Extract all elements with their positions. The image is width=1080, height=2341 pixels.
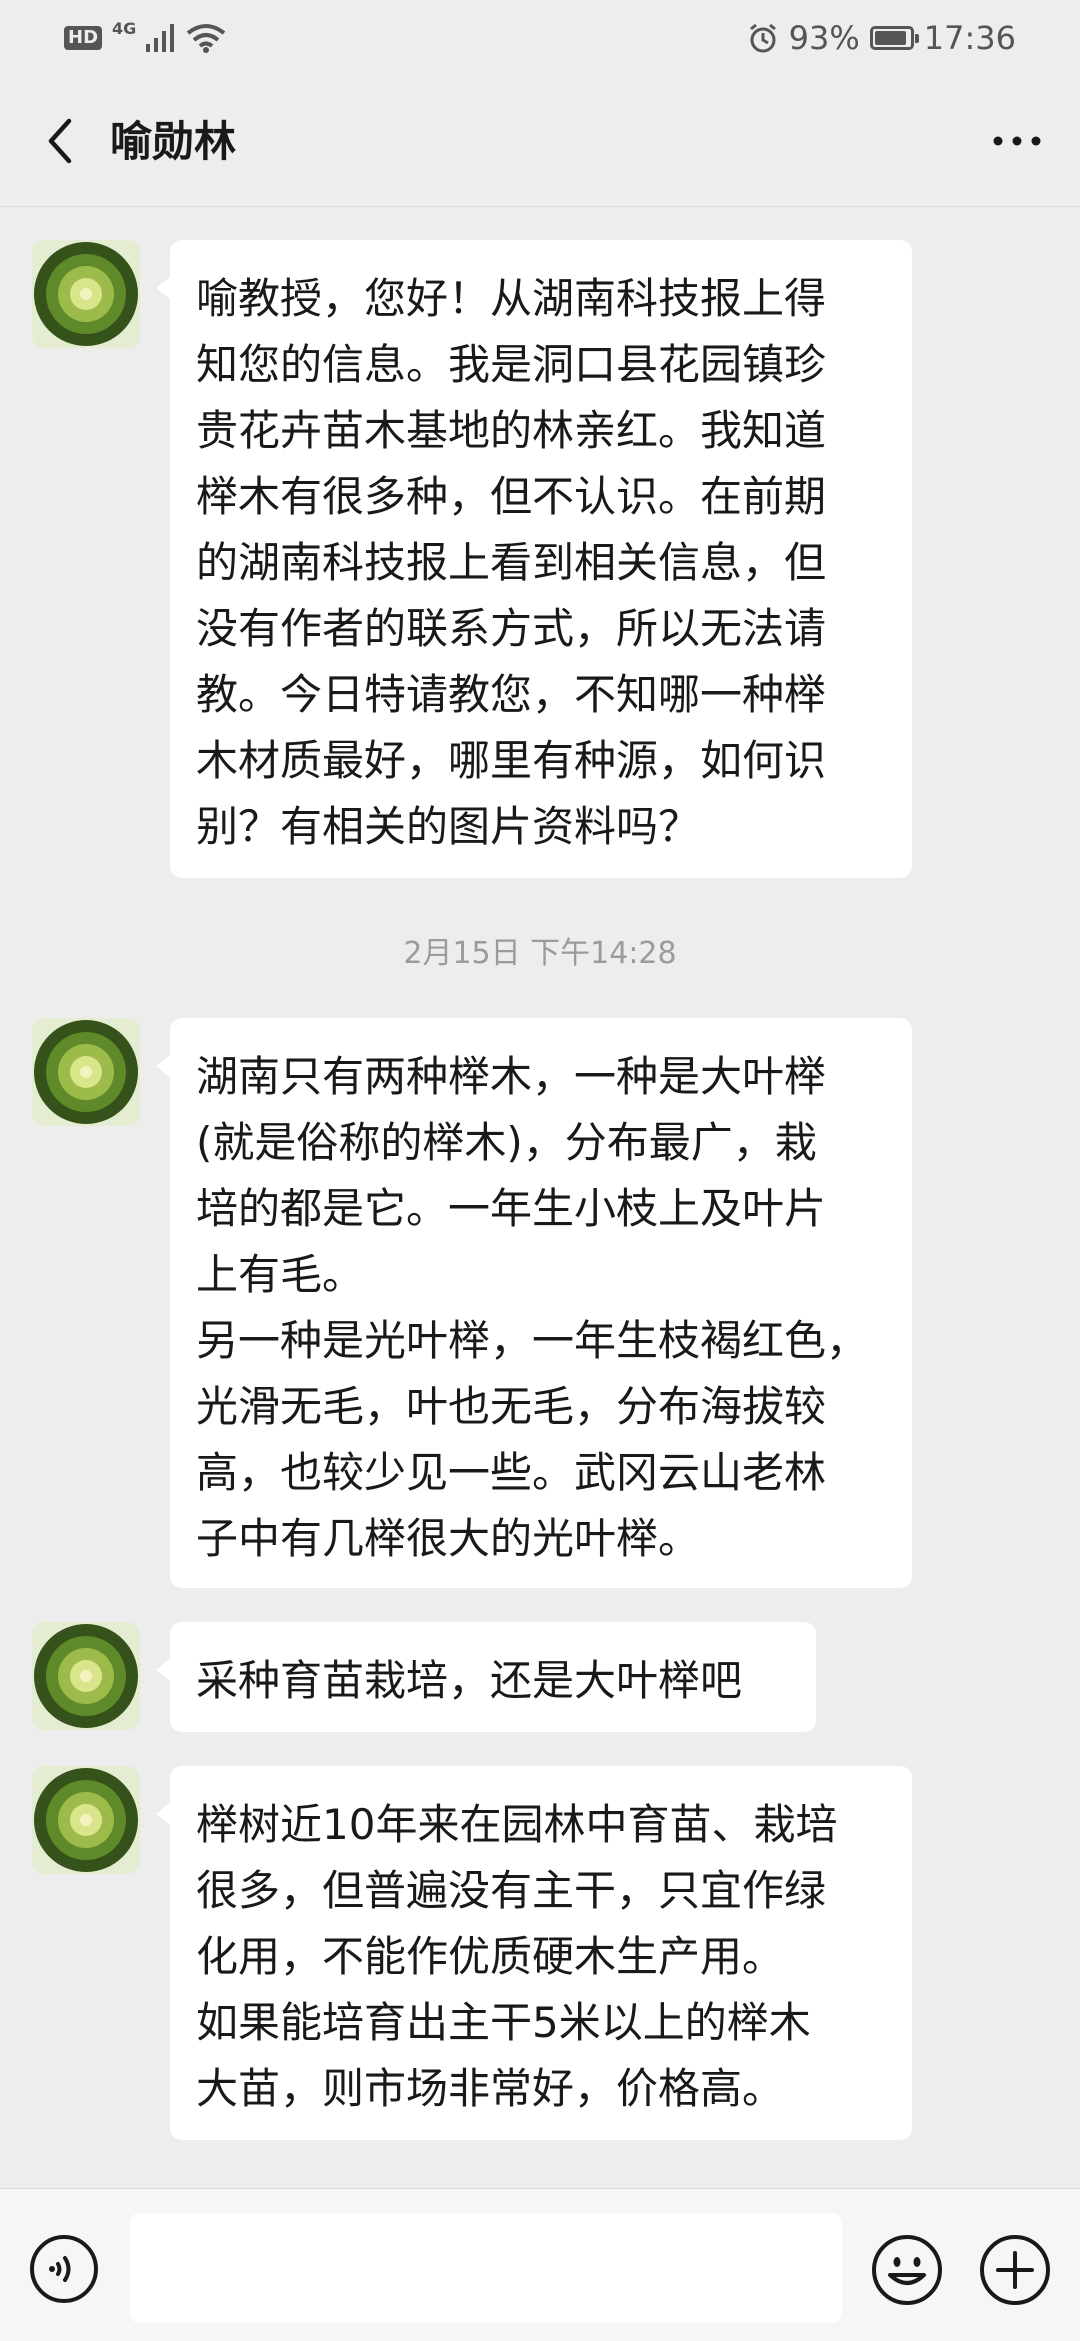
more-button[interactable] bbox=[982, 111, 1052, 171]
network-type: 4G bbox=[112, 18, 137, 38]
succulent-avatar-icon bbox=[32, 240, 140, 348]
plus-icon bbox=[980, 2235, 1050, 2305]
message-input[interactable] bbox=[130, 2213, 842, 2323]
message-bubble[interactable]: 湖南只有两种榉木，一种是大叶榉 (就是俗称的榉木)，分布最广，栽 培的都是它。一… bbox=[156, 1018, 912, 1588]
back-button[interactable] bbox=[30, 111, 90, 171]
more-dots-icon bbox=[993, 136, 1041, 146]
voice-icon bbox=[30, 2235, 98, 2303]
message-bubble[interactable]: 采种育苗栽培，还是大叶榉吧 bbox=[156, 1622, 816, 1732]
chevron-left-icon bbox=[48, 118, 72, 164]
voice-button[interactable] bbox=[28, 2233, 100, 2305]
battery-percent: 93% bbox=[788, 19, 860, 57]
clock: 17:36 bbox=[923, 19, 1016, 57]
signal-icon bbox=[146, 24, 175, 52]
input-bar bbox=[0, 2188, 1080, 2341]
emoji-button[interactable] bbox=[870, 2233, 944, 2307]
status-left: HD 4G bbox=[64, 18, 226, 58]
chat-title: 喻勋林 bbox=[110, 117, 237, 166]
status-right: 93% 17:36 bbox=[747, 16, 1016, 60]
hd-badge: HD bbox=[64, 26, 103, 50]
avatar[interactable] bbox=[32, 1018, 140, 1126]
status-bar: HD 4G 93% 17:36 bbox=[0, 0, 1080, 76]
avatar[interactable] bbox=[32, 1622, 140, 1730]
avatar[interactable] bbox=[32, 1766, 140, 1874]
succulent-avatar-icon bbox=[32, 1018, 140, 1126]
battery-icon bbox=[869, 26, 919, 50]
succulent-avatar-icon bbox=[32, 1622, 140, 1730]
more-functions-button[interactable] bbox=[978, 2233, 1052, 2307]
timestamp: 2月15日 下午14:28 bbox=[403, 936, 677, 971]
succulent-avatar-icon bbox=[32, 1766, 140, 1874]
emoji-icon bbox=[872, 2235, 942, 2305]
alarm-icon bbox=[749, 23, 776, 53]
wifi-icon bbox=[187, 24, 226, 53]
message-bubble[interactable]: 喻教授，您好！从湖南科技报上得 知您的信息。我是洞口县花园镇珍 贵花卉苗木基地的… bbox=[156, 240, 912, 878]
avatar[interactable] bbox=[32, 240, 140, 348]
message-bubble[interactable]: 榉树近10年来在园林中育苗、栽培 很多，但普遍没有主干，只宜作绿 化用，不能作优… bbox=[156, 1766, 912, 2140]
chat-header: 喻勋林 bbox=[0, 76, 1080, 207]
